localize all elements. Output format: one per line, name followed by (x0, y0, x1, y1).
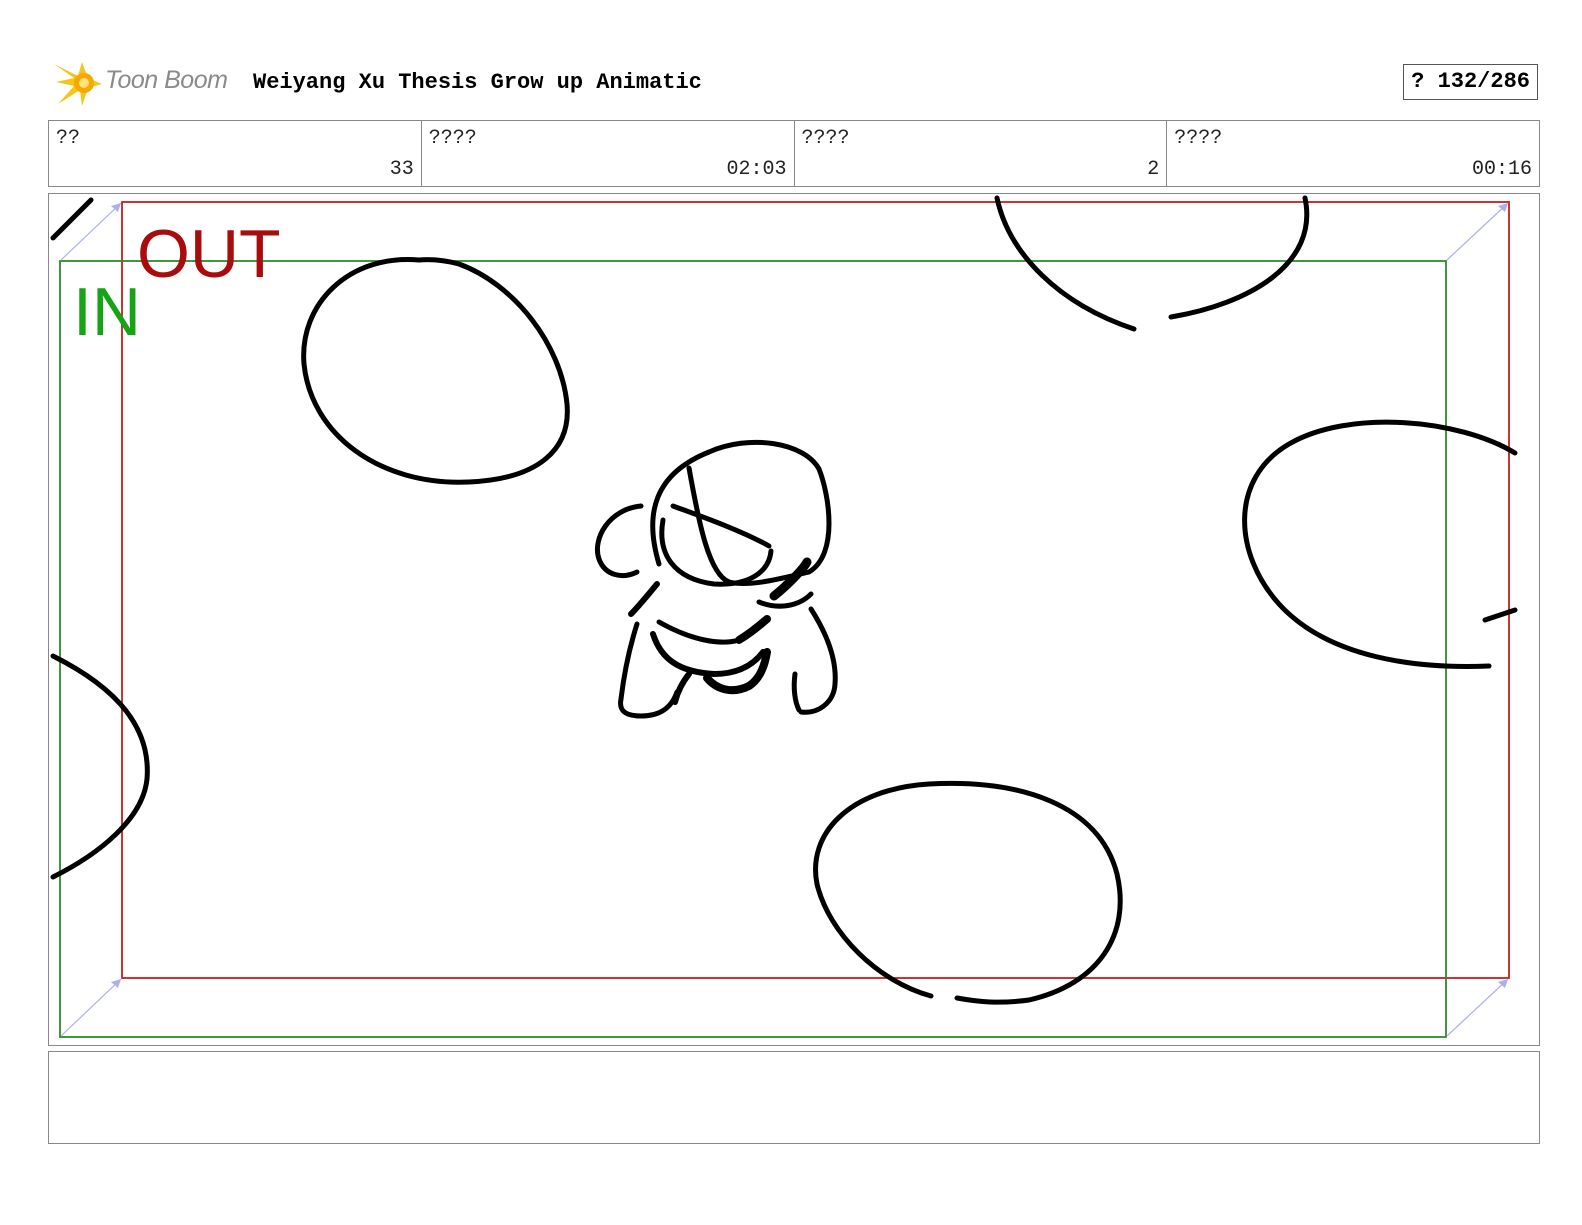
project-title: Weiyang Xu Thesis Grow up Animatic (253, 70, 702, 95)
info-cell-scene: ?? 33 (49, 121, 422, 186)
brand-name: Toon Boom (105, 66, 228, 94)
camera-move-arrows (60, 202, 1509, 1037)
info-cell-label: ???? (801, 127, 850, 150)
info-cell-value: 2 (1147, 158, 1160, 181)
info-cell-value: 00:16 (1471, 158, 1532, 181)
info-cell-label: ?? (56, 127, 81, 150)
info-cell-duration: ???? 02:03 (422, 121, 795, 186)
info-cell-label: ???? (428, 127, 477, 150)
info-cell-panel-duration: ???? 00:16 (1167, 121, 1539, 186)
info-cell-label: ???? (1174, 127, 1223, 150)
out-frame-label: OUT (137, 216, 281, 292)
in-camera-frame (59, 260, 1447, 1038)
sketch-drawing (50, 195, 1518, 1005)
panel-notes-box (48, 1051, 1540, 1144)
info-cell-value: 33 (389, 158, 414, 181)
toon-boom-logo-icon (54, 62, 102, 106)
scene-info-bar: ?? 33 ???? 02:03 ???? 2 ???? 00:16 (48, 120, 1540, 187)
info-cell-value: 02:03 (726, 158, 787, 181)
page-indicator: ? 132/286 (1403, 64, 1538, 100)
page-header: Toon Boom Weiyang Xu Thesis Grow up Anim… (48, 56, 1538, 108)
sketch-canvas (50, 195, 1518, 1038)
info-cell-panel: ???? 2 (795, 121, 1168, 186)
storyboard-panel: IN OUT (48, 193, 1540, 1046)
in-frame-label: IN (73, 274, 141, 350)
